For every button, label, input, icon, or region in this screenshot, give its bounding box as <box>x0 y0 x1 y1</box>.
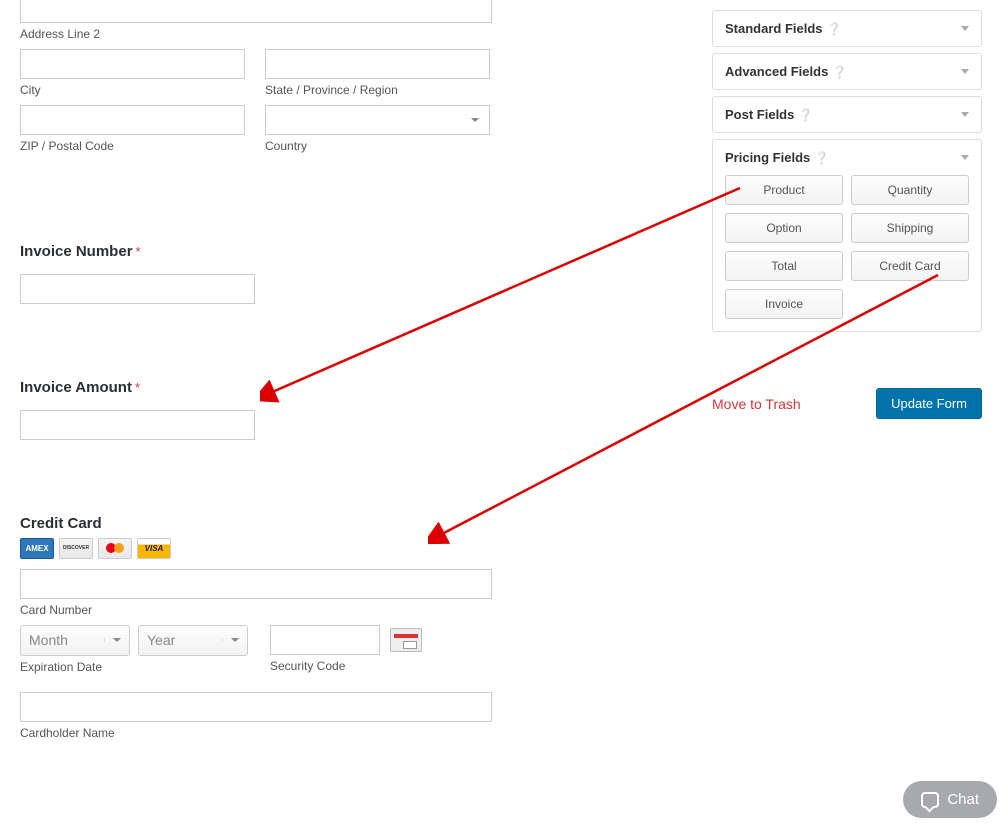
invoice-number-input[interactable] <box>20 274 255 304</box>
zip-input[interactable] <box>20 105 245 135</box>
help-icon: ❔ <box>814 151 829 165</box>
city-input[interactable] <box>20 49 245 79</box>
card-number-input[interactable] <box>20 569 492 599</box>
chat-widget[interactable]: Chat <box>903 781 997 818</box>
chevron-down-icon <box>961 69 969 74</box>
invoice-field-button[interactable]: Invoice <box>725 289 843 319</box>
chevron-down-icon <box>961 26 969 31</box>
country-select[interactable] <box>265 105 490 135</box>
amex-icon: AMEX <box>20 538 54 559</box>
address-line-1-input[interactable] <box>20 0 492 23</box>
section-title: Standard Fields <box>725 21 823 36</box>
chat-label: Chat <box>947 791 979 808</box>
visa-icon: VISA <box>137 538 171 559</box>
state-label: State / Province / Region <box>265 83 490 97</box>
invoice-amount-label: Invoice Amount <box>20 379 132 396</box>
shipping-field-button[interactable]: Shipping <box>851 213 969 243</box>
discover-icon: DISCOVER <box>59 538 93 559</box>
section-title: Post Fields <box>725 107 794 122</box>
credit-card-label: Credit Card <box>20 515 102 532</box>
expiration-year-select[interactable]: Year <box>138 625 248 656</box>
chat-icon <box>921 792 939 808</box>
address-line-2-label: Address Line 2 <box>20 27 500 41</box>
expiration-label: Expiration Date <box>20 660 248 674</box>
post-fields-section[interactable]: Post Fields ❔ <box>712 96 982 133</box>
total-field-button[interactable]: Total <box>725 251 843 281</box>
security-code-label: Security Code <box>270 659 422 673</box>
required-indicator: * <box>136 244 141 259</box>
quantity-field-button[interactable]: Quantity <box>851 175 969 205</box>
expiration-month-select[interactable]: Month <box>20 625 130 656</box>
mastercard-icon <box>98 538 132 559</box>
option-field-button[interactable]: Option <box>725 213 843 243</box>
city-label: City <box>20 83 245 97</box>
chevron-down-icon <box>961 112 969 117</box>
update-form-button[interactable]: Update Form <box>876 388 982 419</box>
help-icon: ❔ <box>798 108 813 122</box>
section-title: Pricing Fields <box>725 150 810 165</box>
pricing-fields-section: Pricing Fields ❔ Product Quantity Option… <box>712 139 982 332</box>
advanced-fields-section[interactable]: Advanced Fields ❔ <box>712 53 982 90</box>
chevron-down-icon <box>961 155 969 160</box>
product-field-button[interactable]: Product <box>725 175 843 205</box>
country-label: Country <box>265 139 490 153</box>
help-icon: ❔ <box>832 65 847 79</box>
security-code-input[interactable] <box>270 625 380 655</box>
invoice-amount-input[interactable] <box>20 410 255 440</box>
move-to-trash-link[interactable]: Move to Trash <box>712 396 801 412</box>
security-code-icon <box>390 628 422 652</box>
invoice-number-label: Invoice Number <box>20 243 133 260</box>
section-title: Advanced Fields <box>725 64 828 79</box>
cardholder-name-label: Cardholder Name <box>20 726 500 740</box>
zip-label: ZIP / Postal Code <box>20 139 245 153</box>
state-input[interactable] <box>265 49 490 79</box>
credit-card-field-button[interactable]: Credit Card <box>851 251 969 281</box>
card-number-label: Card Number <box>20 603 500 617</box>
help-icon: ❔ <box>827 22 842 36</box>
cardholder-name-input[interactable] <box>20 692 492 722</box>
standard-fields-section[interactable]: Standard Fields ❔ <box>712 10 982 47</box>
required-indicator: * <box>135 380 140 395</box>
